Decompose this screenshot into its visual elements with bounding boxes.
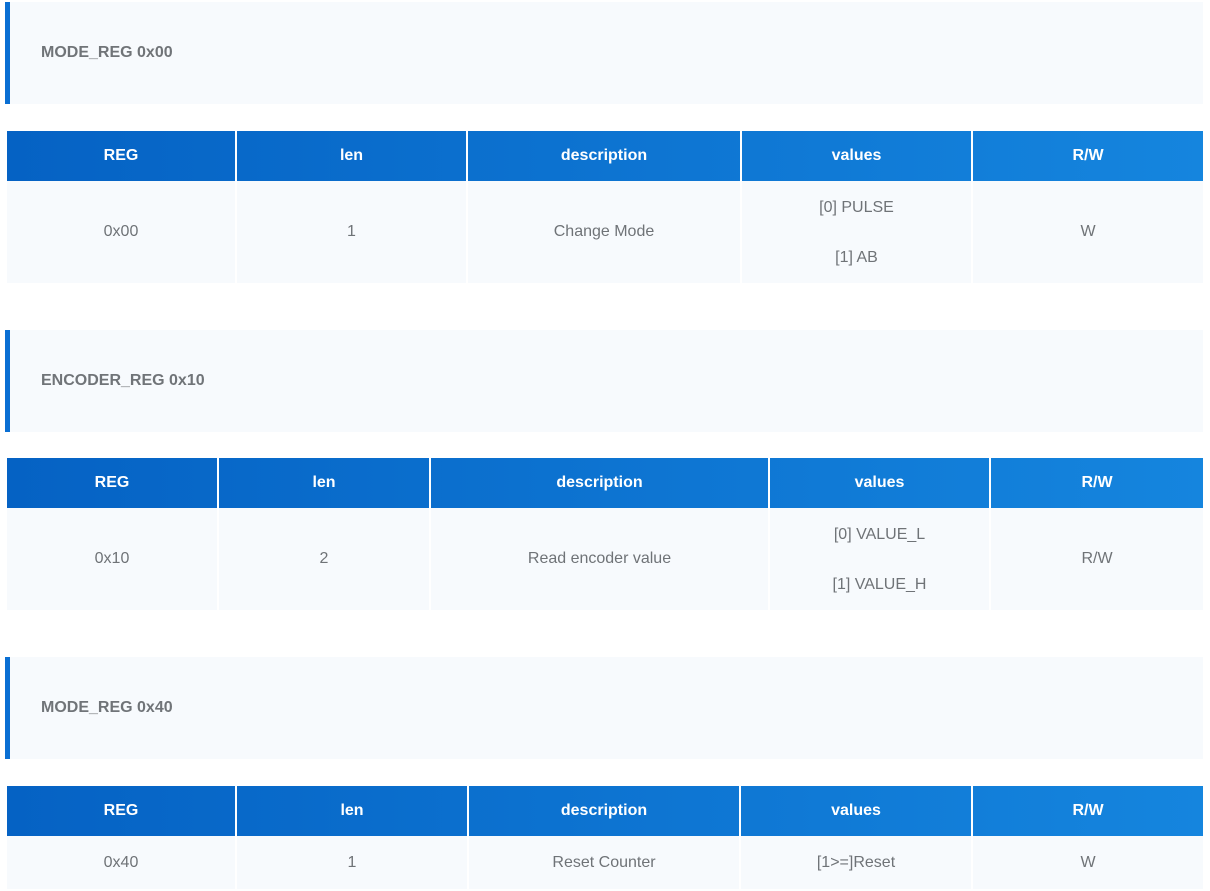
column-header-values: values	[741, 786, 973, 836]
cell-description: Read encoder value	[431, 508, 770, 610]
register-table-mode-reg-0x40: REG len description values R/W 0x40 1 Re…	[7, 786, 1203, 889]
column-header-description: description	[468, 131, 742, 181]
column-header-reg: REG	[7, 786, 237, 836]
column-header-rw: R/W	[1072, 147, 1104, 164]
value-line: [1] VALUE_H	[832, 575, 927, 593]
cell-description: Change Mode	[468, 181, 742, 283]
cell-rw: W	[973, 181, 1203, 283]
cell-reg: 0x40	[7, 836, 237, 889]
cell-rw: W	[973, 836, 1203, 889]
column-header-rw: R/W	[1072, 802, 1104, 819]
column-header-description: description	[431, 458, 770, 508]
cell-reg: 0x10	[7, 508, 219, 610]
table-row: 0x10 2 Read encoder value [0] VALUE_L [1…	[7, 508, 1203, 610]
section-header-encoder-reg: ENCODER_REG 0x10	[5, 330, 1203, 432]
section-header-mode-reg-0x40: MODE_REG 0x40	[5, 657, 1203, 759]
cell-values: [0] VALUE_L [1] VALUE_H	[770, 508, 991, 610]
section-title: ENCODER_REG 0x10	[41, 372, 205, 389]
column-header-values: values	[742, 131, 973, 181]
cell-len: 1	[237, 836, 469, 889]
value-line: [1>=]Reset	[816, 854, 896, 871]
value-line: [0] VALUE_L	[833, 525, 926, 543]
column-header-rw: R/W	[1081, 474, 1113, 491]
column-header-len: len	[219, 458, 431, 508]
column-header-description: description	[469, 786, 741, 836]
column-header-reg: REG	[7, 458, 219, 508]
cell-values: [1>=]Reset	[741, 836, 973, 889]
table-header-row: REG len description values R/W	[7, 786, 1203, 836]
cell-reg: 0x00	[7, 181, 237, 283]
cell-values: [0] PULSE [1] AB	[742, 181, 973, 283]
register-table-mode-reg: REG len description values R/W 0x00 1 Ch…	[7, 131, 1203, 283]
value-line: [1] AB	[835, 248, 878, 266]
column-header-reg: REG	[7, 131, 237, 181]
column-header-len: len	[237, 786, 469, 836]
table-header-row: REG len description values R/W	[7, 131, 1203, 181]
value-line: [0] PULSE	[819, 198, 894, 216]
column-header-len: len	[237, 131, 468, 181]
section-title: MODE_REG 0x00	[41, 44, 173, 61]
table-row: 0x00 1 Change Mode [0] PULSE [1] AB W	[7, 181, 1203, 283]
section-title: MODE_REG 0x40	[41, 699, 173, 716]
cell-len: 1	[237, 181, 468, 283]
cell-len: 2	[219, 508, 431, 610]
register-table-encoder-reg: REG len description values R/W 0x10 2 Re…	[7, 458, 1203, 610]
cell-rw: R/W	[991, 508, 1203, 610]
table-header-row: REG len description values R/W	[7, 458, 1203, 508]
cell-description: Reset Counter	[469, 836, 741, 889]
table-row: 0x40 1 Reset Counter [1>=]Reset W	[7, 836, 1203, 889]
column-header-values: values	[770, 458, 991, 508]
section-header-mode-reg: MODE_REG 0x00	[5, 2, 1203, 104]
